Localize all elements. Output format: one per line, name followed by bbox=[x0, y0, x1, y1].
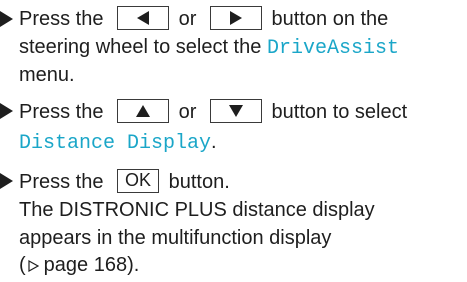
left-arrow-button-icon bbox=[117, 5, 170, 30]
manual-instructions: Press the or button on the steering whee… bbox=[0, 0, 467, 282]
page-reference-link: page 168). bbox=[43, 254, 140, 276]
right-arrow-button-icon bbox=[209, 5, 262, 30]
step-3-line-4: (page 168). bbox=[19, 254, 140, 276]
step-2-line-2: Distance Display. bbox=[19, 131, 217, 155]
menu-term-distance-display: Distance Display bbox=[19, 132, 212, 155]
up-arrow-button-icon bbox=[117, 98, 170, 123]
step-3-line-2: The DISTRONIC PLUS distance display bbox=[19, 199, 375, 221]
step-2-line-1: Press the or button to select bbox=[19, 98, 407, 128]
menu-term-driveassist: DriveAssist bbox=[266, 37, 399, 60]
step-3-line-1: Press the OK button. bbox=[19, 168, 230, 193]
step-bullet-icon bbox=[0, 103, 13, 119]
step-bullet-icon bbox=[0, 173, 13, 189]
step-1-line-1: Press the or button on the bbox=[19, 5, 388, 35]
step-bullet-icon bbox=[0, 11, 13, 27]
step-1-line-2: steering wheel to select the DriveAssist bbox=[19, 36, 399, 60]
step-1-line-3: menu. bbox=[19, 64, 75, 86]
ok-button-icon: OK bbox=[117, 168, 160, 193]
down-arrow-button-icon bbox=[209, 98, 262, 123]
step-3-line-3: appears in the multifunction display bbox=[19, 227, 332, 249]
page-reference-icon bbox=[28, 254, 39, 273]
